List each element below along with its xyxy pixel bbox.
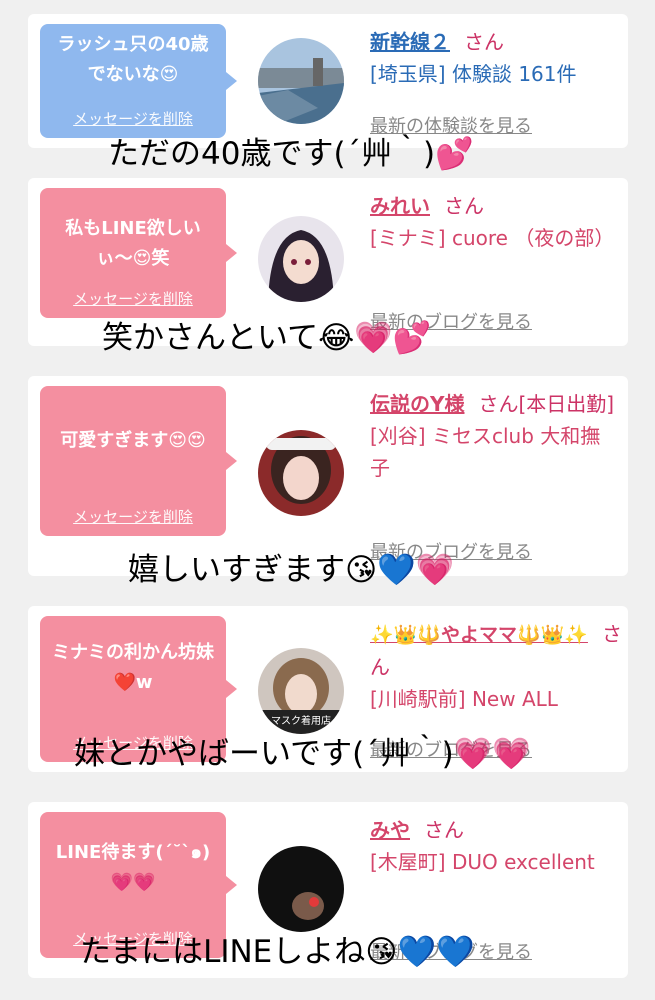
message-bubble: 可愛すぎます😍😍 メッセージを削除 — [40, 386, 237, 536]
user-name-link[interactable]: 新幹線２ — [370, 30, 450, 54]
avatar[interactable] — [258, 216, 344, 302]
avatar-girl-photo — [258, 430, 344, 516]
user-name-link[interactable]: みれい — [370, 194, 430, 218]
avatar-watermark: マスク着用店 — [271, 716, 331, 727]
user-detail: [木屋町] DUO excellent — [370, 850, 595, 874]
avatar[interactable] — [258, 38, 344, 124]
caption-overlay: たまにはLINEしよね😘💙💙 — [80, 934, 475, 970]
message-text: 可愛すぎます😍😍 — [60, 430, 206, 451]
delete-message-link[interactable]: メッセージを削除 — [40, 110, 226, 128]
honorific: さん[本日出勤] — [478, 392, 615, 416]
user-detail: [刈谷] ミセスclub 大和撫子 — [370, 424, 601, 480]
caption-overlay: 笑かさんといて😂💗💕 — [102, 320, 432, 356]
user-name-link[interactable]: ✨👑🔱やよママ🔱👑✨ — [370, 624, 588, 646]
user-detail: [ミナミ] cuore （夜の部） — [370, 226, 615, 250]
message-bubble: ラッシュ只の40歳でないな😍 メッセージを削除 — [40, 24, 237, 138]
message-card: 可愛すぎます😍😍 メッセージを削除 伝説のY様 さん[本日出勤] [刈谷] ミセス… — [28, 376, 628, 576]
message-text: ラッシュ只の40歳でないな😍 — [57, 34, 209, 85]
user-name-link[interactable]: みや — [370, 818, 410, 842]
message-text: 私もLINE欲しいぃ〜😍笑 — [65, 218, 201, 269]
avatar[interactable] — [258, 430, 344, 516]
message-text: LINE待ます(´˘`๑)💗💗 — [55, 842, 211, 893]
user-name-link[interactable]: 伝説のY様 — [370, 392, 464, 416]
caption-overlay: ただの40歳です(´艸｀)💕 — [108, 136, 474, 172]
message-text: ミナミの利かん坊妹❤️w — [52, 642, 214, 693]
honorific: さん — [424, 818, 464, 842]
caption-overlay: 妹とかやばーいです(´艸｀)💗💗 — [74, 736, 531, 772]
avatar-river-photo — [258, 38, 344, 124]
honorific: さん — [464, 30, 504, 54]
message-bubble: 私もLINE欲しいぃ〜😍笑 メッセージを削除 — [40, 188, 237, 318]
avatar-dark-photo — [258, 846, 344, 932]
caption-overlay: 嬉しいすぎます😘💙💗 — [128, 552, 455, 588]
message-card: ラッシュ只の40歳でないな😍 メッセージを削除 新幹線２ さん [埼玉県] 体験談… — [28, 14, 628, 148]
delete-message-link[interactable]: メッセージを削除 — [40, 508, 226, 526]
honorific: さん — [444, 194, 484, 218]
delete-message-link[interactable]: メッセージを削除 — [40, 290, 226, 308]
avatar[interactable] — [258, 846, 344, 932]
avatar-anime-girl — [258, 216, 344, 302]
user-detail: [川崎駅前] New ALL — [370, 687, 558, 711]
user-detail: [埼玉県] 体験談 161件 — [370, 62, 577, 86]
avatar[interactable]: マスク着用店 — [258, 648, 344, 734]
